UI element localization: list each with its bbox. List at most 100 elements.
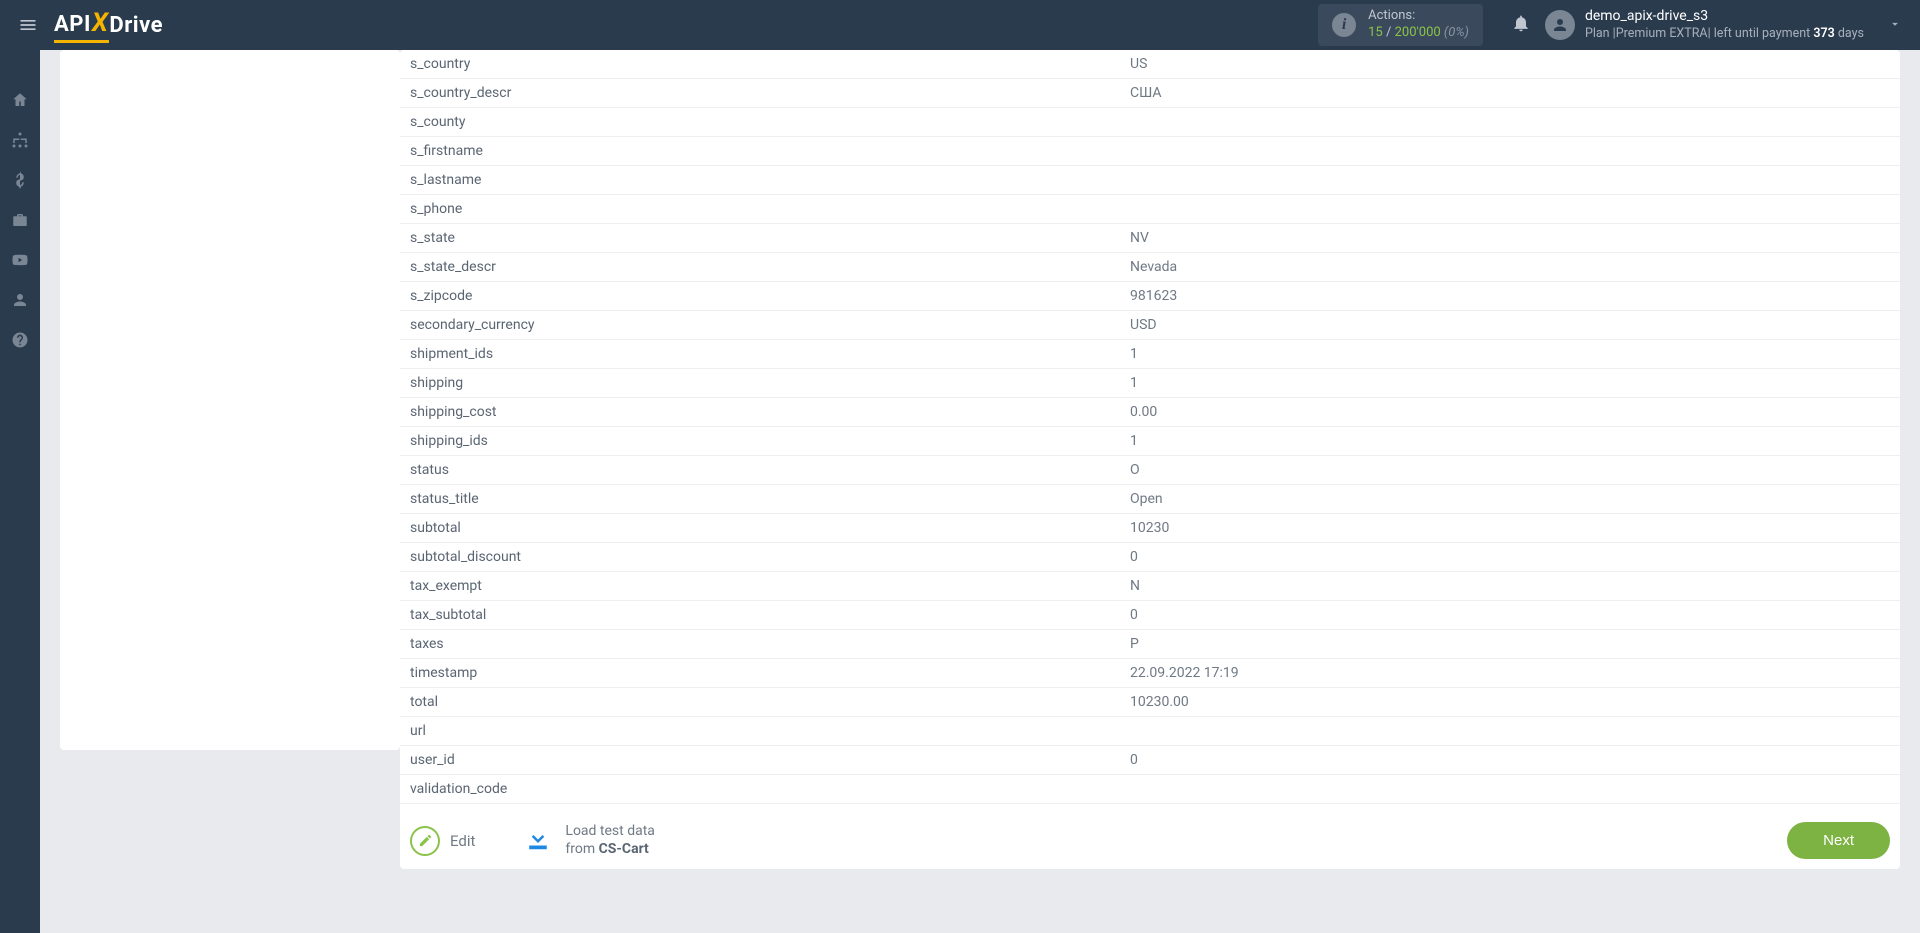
field-value: 1	[1120, 427, 1900, 456]
table-row: shipping_ids1	[400, 427, 1900, 456]
field-value: NV	[1120, 224, 1900, 253]
field-key: tax_subtotal	[400, 601, 1120, 630]
field-key: status	[400, 456, 1120, 485]
field-value	[1120, 137, 1900, 166]
field-key: shipment_ids	[400, 340, 1120, 369]
right-panel: s_countryUSs_country_descrСШАs_countys_f…	[400, 50, 1900, 869]
field-value: Nevada	[1120, 253, 1900, 282]
logo[interactable]: APIXDrive	[54, 8, 163, 43]
sidebar-video[interactable]	[0, 240, 40, 280]
actions-limit: 200'000	[1395, 25, 1441, 40]
load-test-data-button[interactable]: Load test data from CS-Cart	[523, 823, 655, 859]
table-row: tax_exemptN	[400, 572, 1900, 601]
actions-used: 15	[1368, 25, 1383, 40]
field-value: 10230	[1120, 514, 1900, 543]
menu-button[interactable]	[10, 7, 46, 43]
field-key: s_state	[400, 224, 1120, 253]
info-icon: i	[1332, 13, 1356, 37]
field-key: s_firstname	[400, 137, 1120, 166]
sidebar-help[interactable]	[0, 320, 40, 360]
table-row: total10230.00	[400, 688, 1900, 717]
table-row: timestamp22.09.2022 17:19	[400, 659, 1900, 688]
table-row: s_country_descrСША	[400, 79, 1900, 108]
field-value: P	[1120, 630, 1900, 659]
field-key: subtotal	[400, 514, 1120, 543]
field-key: url	[400, 717, 1120, 746]
field-key: shipping_ids	[400, 427, 1120, 456]
field-key: s_country_descr	[400, 79, 1120, 108]
field-value: 1	[1120, 340, 1900, 369]
field-key: s_county	[400, 108, 1120, 137]
table-row: validation_code	[400, 775, 1900, 804]
field-key: s_lastname	[400, 166, 1120, 195]
field-value: 1	[1120, 369, 1900, 398]
field-value	[1120, 775, 1900, 804]
sidebar-home[interactable]	[0, 80, 40, 120]
table-row: shipping1	[400, 369, 1900, 398]
field-value	[1120, 166, 1900, 195]
field-value: 22.09.2022 17:19	[1120, 659, 1900, 688]
field-value: N	[1120, 572, 1900, 601]
sidebar-work[interactable]	[0, 200, 40, 240]
logo-api: API	[54, 12, 91, 37]
table-row: taxesP	[400, 630, 1900, 659]
table-row: s_phone	[400, 195, 1900, 224]
table-row: url	[400, 717, 1900, 746]
field-key: secondary_currency	[400, 311, 1120, 340]
field-value	[1120, 195, 1900, 224]
table-row: s_stateNV	[400, 224, 1900, 253]
table-row: shipping_cost0.00	[400, 398, 1900, 427]
field-value: 981623	[1120, 282, 1900, 311]
sidebar-connections[interactable]	[0, 120, 40, 160]
next-button[interactable]: Next	[1787, 822, 1890, 859]
load-source: CS-Cart	[599, 841, 649, 857]
field-value: 0.00	[1120, 398, 1900, 427]
field-key: subtotal_discount	[400, 543, 1120, 572]
field-value: 0	[1120, 746, 1900, 775]
main-content: s_countryUSs_country_descrСШАs_countys_f…	[40, 50, 1920, 933]
table-row: user_id0	[400, 746, 1900, 775]
field-value: O	[1120, 456, 1900, 485]
field-key: taxes	[400, 630, 1120, 659]
top-header: APIXDrive i Actions: 15 / 200'000 (0%) d…	[0, 0, 1920, 50]
plan-days: 373	[1813, 26, 1834, 41]
actions-label: Actions:	[1368, 8, 1469, 25]
actions-text: Actions: 15 / 200'000 (0%)	[1368, 8, 1469, 42]
sidebar-billing[interactable]	[0, 160, 40, 200]
edit-label: Edit	[450, 832, 475, 850]
field-key: shipping_cost	[400, 398, 1120, 427]
chevron-down-icon[interactable]	[1880, 16, 1910, 35]
field-value: 0	[1120, 601, 1900, 630]
field-value: 0	[1120, 543, 1900, 572]
download-icon	[523, 823, 553, 859]
logo-x: X	[92, 8, 109, 38]
sidebar-account[interactable]	[0, 280, 40, 320]
data-table: s_countryUSs_country_descrСШАs_countys_f…	[400, 50, 1900, 804]
field-key: shipping	[400, 369, 1120, 398]
field-key: total	[400, 688, 1120, 717]
load-line1: Load test data	[565, 823, 655, 841]
actions-percent: (0%)	[1444, 25, 1469, 40]
actions-box[interactable]: i Actions: 15 / 200'000 (0%)	[1318, 4, 1483, 46]
field-key: tax_exempt	[400, 572, 1120, 601]
user-avatar-icon	[1545, 10, 1575, 40]
field-key: s_zipcode	[400, 282, 1120, 311]
logo-drive: Drive	[109, 13, 163, 38]
pencil-icon	[410, 826, 440, 856]
table-row: secondary_currencyUSD	[400, 311, 1900, 340]
field-value: US	[1120, 50, 1900, 79]
field-value: USD	[1120, 311, 1900, 340]
notifications-button[interactable]	[1497, 13, 1545, 37]
table-row: tax_subtotal0	[400, 601, 1900, 630]
table-row: s_state_descrNevada	[400, 253, 1900, 282]
field-key: s_state_descr	[400, 253, 1120, 282]
user-name: demo_apix-drive_s3	[1585, 8, 1864, 26]
table-row: s_zipcode981623	[400, 282, 1900, 311]
field-key: timestamp	[400, 659, 1120, 688]
edit-button[interactable]: Edit	[410, 826, 475, 856]
table-row: subtotal_discount0	[400, 543, 1900, 572]
left-panel	[60, 50, 400, 750]
user-menu[interactable]: demo_apix-drive_s3 Plan |Premium EXTRA| …	[1545, 8, 1880, 41]
field-key: s_phone	[400, 195, 1120, 224]
table-row: s_lastname	[400, 166, 1900, 195]
